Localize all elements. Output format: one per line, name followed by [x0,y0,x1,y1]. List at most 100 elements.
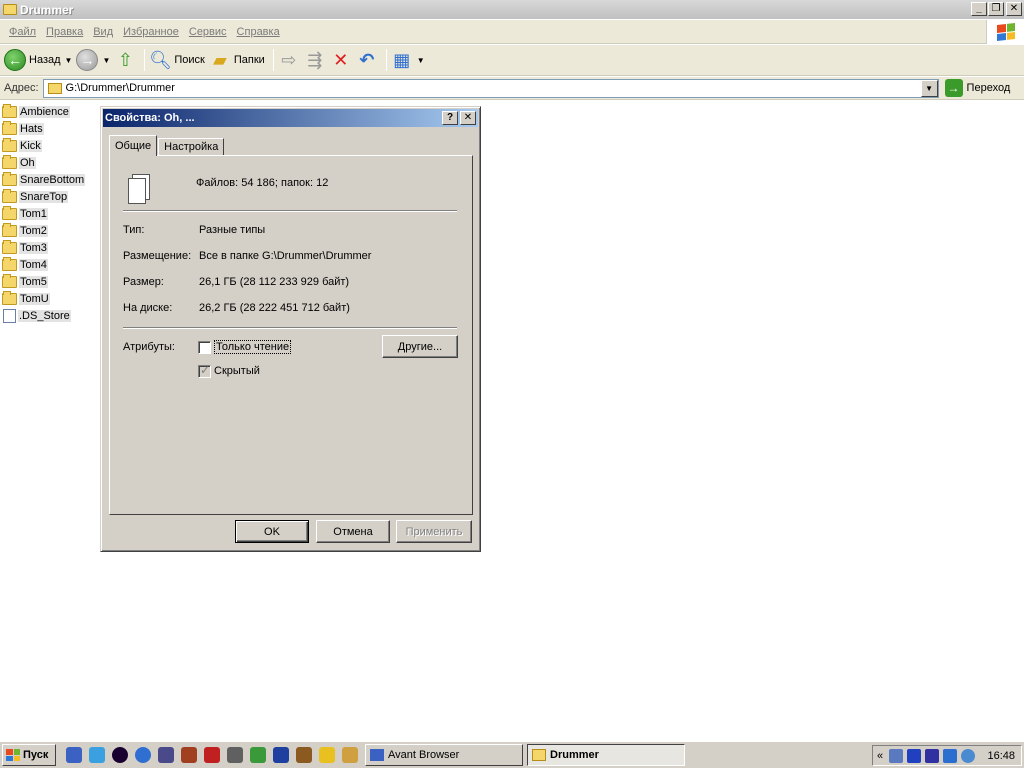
back-button[interactable]: ← Назад ▼ [4,47,72,73]
hidden-checkbox[interactable] [198,363,211,378]
menu-bar: Файл Правка Вид Избранное Сервис Справка [0,20,1024,44]
back-dropdown-icon[interactable]: ▼ [65,56,73,65]
readonly-label[interactable]: Только чтение [214,340,292,354]
delete-button[interactable]: ✕ [330,47,352,73]
menu-file[interactable]: Файл [4,26,41,38]
tray-expand-icon[interactable]: « [877,750,883,762]
search-button[interactable]: 🔍︎ Поиск [148,47,205,73]
quick-launch [66,747,365,763]
undo-button[interactable]: ↶ [356,47,378,73]
list-item[interactable]: Kick [2,137,102,154]
divider [123,327,457,329]
item-name: Tom3 [19,241,48,254]
task-label: Drummer [550,749,599,761]
address-input[interactable] [65,82,906,94]
list-item[interactable]: Tom3 [2,239,102,256]
tool-icon[interactable] [204,747,220,763]
window-titlebar[interactable]: Drummer _ ❐ ✕ [0,0,1024,19]
views-grid-icon: ▦ [393,49,411,70]
folders-label: Папки [233,54,265,66]
apply-button[interactable]: Применить [396,520,472,543]
item-name: Oh [19,156,36,169]
go-label: Переход [966,82,1011,94]
list-item[interactable]: TomU [2,290,102,307]
views-dropdown-icon[interactable]: ▼ [417,56,425,65]
dialog-titlebar[interactable]: Свойства: Oh, ... ? ✕ [103,109,478,127]
other-attributes-button[interactable]: Другие... [382,335,458,358]
pen-icon[interactable] [296,747,312,763]
start-button[interactable]: Пуск [2,744,56,766]
network-tray-icon[interactable] [889,748,904,763]
readonly-checkbox[interactable] [198,341,211,354]
move-to-button[interactable]: ⇨ [278,47,300,73]
equalizer-icon[interactable] [273,747,289,763]
address-dropdown-icon[interactable]: ▼ [920,79,938,97]
list-item[interactable]: Ambience [2,103,102,120]
clock[interactable]: 16:48 [987,750,1015,762]
folder-icon [2,256,17,271]
menu-favorites[interactable]: Избранное [118,26,184,38]
attributes-label: Атрибуты: [123,341,175,353]
search-icon: 🔍︎ [148,49,172,70]
star-icon[interactable] [319,747,335,763]
restore-button[interactable]: ❐ [988,2,1004,16]
calculator-icon[interactable] [227,747,243,763]
list-item[interactable]: Tom5 [2,273,102,290]
forward-button[interactable]: → ▼ [76,47,110,73]
music-icon[interactable] [250,747,266,763]
brush-icon[interactable] [342,747,358,763]
address-field[interactable]: ▼ [42,78,939,98]
address-bar: Адрес: ▼ → Переход [0,77,1024,100]
ok-button[interactable]: OK [235,520,309,543]
list-item[interactable]: .DS_Store [2,307,102,324]
dialog-close-button[interactable]: ✕ [460,111,476,125]
tab-strip: Общие Настройка [109,135,225,156]
list-item[interactable]: Oh [2,154,102,171]
network-icon[interactable] [158,747,174,763]
bluetooth-icon[interactable] [925,748,940,763]
menu-edit[interactable]: Правка [41,26,88,38]
list-item[interactable]: SnareTop [2,188,102,205]
list-item[interactable]: SnareBottom [2,171,102,188]
ie-icon[interactable] [89,747,105,763]
volume-icon[interactable] [907,748,922,763]
hidden-label[interactable]: Скрытый [214,365,260,377]
properties-dialog: Свойства: Oh, ... ? ✕ Общие Настройка Фа… [100,106,481,552]
archive-icon[interactable] [181,747,197,763]
update-icon[interactable] [961,748,976,763]
windows-flag-icon [6,749,20,761]
go-button[interactable]: → Переход [944,79,1011,97]
up-button[interactable]: ⇧ [114,47,136,73]
folders-button[interactable]: ▰ Папки [209,47,265,73]
go-arrow-icon: → [944,79,963,97]
pen-tray-icon[interactable] [943,748,958,763]
disk-size-value: 26,2 ГБ (28 222 451 712 байт) [199,302,350,314]
views-button[interactable]: ▦ ▼ [391,47,425,73]
close-button[interactable]: ✕ [1006,2,1022,16]
avant-browser-icon[interactable] [66,747,82,763]
location-value: Все в папке G:\Drummer\Drummer [199,250,372,262]
media-player-icon[interactable] [112,747,128,763]
menu-view[interactable]: Вид [88,26,118,38]
task-drummer[interactable]: Drummer [527,744,685,766]
folder-icon [2,273,17,288]
menu-help[interactable]: Справка [232,26,285,38]
tab-settings[interactable]: Настройка [158,138,225,156]
copy-to-button[interactable]: ⇶ [304,47,326,73]
task-avant-browser[interactable]: Avant Browser [365,744,523,766]
menu-tools[interactable]: Сервис [184,26,232,38]
list-item[interactable]: Tom2 [2,222,102,239]
toolbar-separator [144,49,146,71]
delete-x-icon: ✕ [333,49,349,70]
forward-dropdown-icon[interactable]: ▼ [102,56,110,65]
list-item[interactable]: Tom4 [2,256,102,273]
list-item[interactable]: Hats [2,120,102,137]
minimize-button[interactable]: _ [971,2,987,16]
messenger-icon[interactable] [135,747,151,763]
list-item[interactable]: Tom1 [2,205,102,222]
cancel-button[interactable]: Отмена [316,520,390,543]
help-button[interactable]: ? [442,111,458,125]
window-title: Drummer [20,2,74,17]
tab-general[interactable]: Общие [109,135,158,156]
windows-flag-icon [996,23,1015,41]
